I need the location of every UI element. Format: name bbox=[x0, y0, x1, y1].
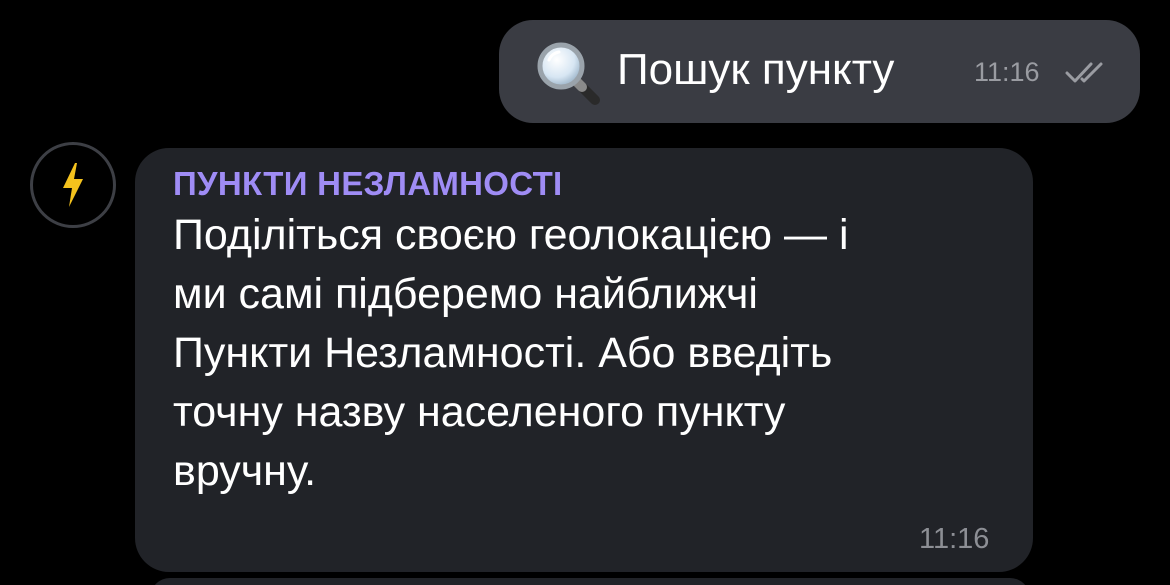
outgoing-message-bubble[interactable]: Пошук пункту 11:16 bbox=[499, 20, 1140, 123]
chat-view: Пошук пункту 11:16 ПУНКТИ НЕЗЛАМНОСТІ По… bbox=[0, 0, 1170, 585]
next-message-bubble-partial bbox=[150, 578, 1030, 585]
outgoing-message-time: 11:16 bbox=[974, 57, 1040, 87]
message-line: точну назву населеного пункту bbox=[173, 388, 786, 436]
double-check-icon bbox=[1065, 60, 1111, 86]
lightning-bolt-icon bbox=[63, 163, 83, 207]
incoming-message-time: 11:16 bbox=[919, 523, 990, 555]
message-line: Пункти Незламності. Або введіть bbox=[173, 329, 833, 377]
sender-name[interactable]: ПУНКТИ НЕЗЛАМНОСТІ bbox=[173, 164, 563, 204]
message-line: ми самі підберемо найближчі bbox=[173, 270, 758, 318]
message-line: вручну. bbox=[173, 447, 317, 495]
message-line: Поділіться своєю геолокацією — і bbox=[173, 211, 849, 259]
outgoing-message-text: Пошук пункту bbox=[617, 45, 895, 94]
sender-avatar[interactable] bbox=[30, 142, 116, 228]
incoming-message-bubble[interactable]: ПУНКТИ НЕЗЛАМНОСТІ Поділіться своєю геол… bbox=[135, 148, 1033, 572]
incoming-message-text: Поділіться своєю геолокацією — і ми самі… bbox=[173, 206, 993, 501]
magnifying-glass-icon bbox=[535, 40, 601, 106]
